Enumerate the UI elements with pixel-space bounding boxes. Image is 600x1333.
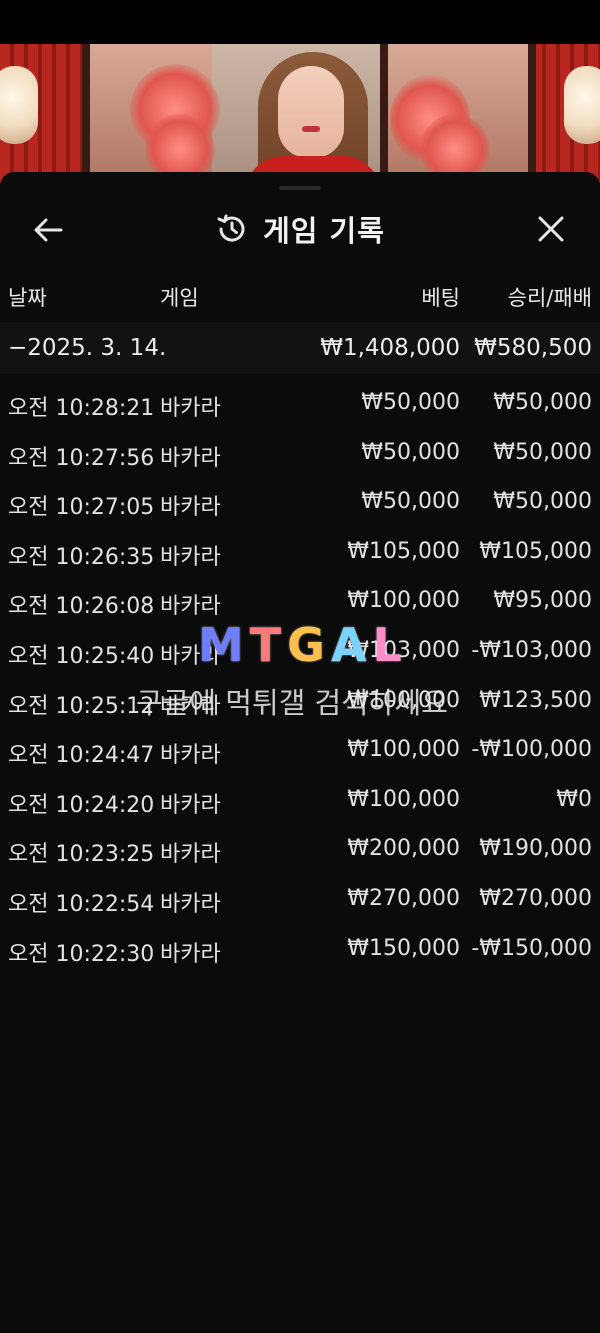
table-row[interactable]: 오전 10:26:08 바카라 ₩100,000 ₩95,000 <box>0 576 600 626</box>
date-group-bet-total: ₩1,408,000 <box>320 335 460 361</box>
row-bet: ₩100,000 <box>347 588 460 614</box>
row-time: 오전 10:25:12 <box>8 693 155 719</box>
row-result: ₩50,000 <box>493 390 592 415</box>
row-bet: ₩50,000 <box>361 489 460 515</box>
history-table: 오전 10:28:21 바카라 ₩50,000 ₩50,000 오전 10:27:56… <box>0 378 600 973</box>
date-group-date: −2025. 3. 14. <box>8 335 167 361</box>
column-result: 승리/패배 <box>507 286 592 310</box>
table-row[interactable]: 오전 10:24:20 바카라 ₩100,000 ₩0 <box>0 775 600 825</box>
table-row[interactable]: 오전 10:24:47 바카라 ₩100,000 -₩100,000 <box>0 725 600 775</box>
column-bet: 베팅 <box>421 286 460 310</box>
table-row[interactable]: 오전 10:25:40 바카라 ₩103,000 -₩103,000 <box>0 626 600 676</box>
row-game: 바카라 <box>160 643 221 669</box>
table-row[interactable]: 오전 10:28:21 바카라 ₩50,000 ₩50,000 <box>0 378 600 428</box>
row-time: 오전 10:27:56 <box>8 445 155 471</box>
dealer-mouth <box>302 126 320 132</box>
row-time: 오전 10:26:35 <box>8 544 155 570</box>
row-game: 바카라 <box>160 495 221 521</box>
date-group-result-total: ₩580,500 <box>474 335 592 361</box>
row-time: 오전 10:24:47 <box>8 743 155 769</box>
row-bet: ₩103,000 <box>347 637 460 663</box>
column-date: 날짜 <box>8 286 47 310</box>
row-game: 바카라 <box>160 396 221 421</box>
close-x-icon <box>538 216 564 242</box>
row-result: -₩103,000 <box>471 637 592 663</box>
row-bet: ₩100,000 <box>347 687 460 713</box>
row-time: 오전 10:23:25 <box>8 842 155 868</box>
row-game: 바카라 <box>160 693 221 719</box>
close-button[interactable] <box>532 210 570 248</box>
row-bet: ₩100,000 <box>347 786 460 812</box>
table-row[interactable]: 오전 10:27:05 바카라 ₩50,000 ₩50,000 <box>0 477 600 527</box>
row-result: ₩105,000 <box>479 538 592 564</box>
row-game: 바카라 <box>160 891 221 917</box>
row-bet: ₩50,000 <box>361 439 460 465</box>
row-game: 바카라 <box>160 594 221 620</box>
row-time: 오전 10:25:40 <box>8 643 155 669</box>
title-group: 게임 기록 <box>0 206 600 252</box>
row-result: ₩50,000 <box>493 489 592 515</box>
row-bet: ₩50,000 <box>361 390 460 415</box>
table-row[interactable]: 오전 10:27:56 바카라 ₩50,000 ₩50,000 <box>0 428 600 478</box>
row-time: 오전 10:27:05 <box>8 495 155 521</box>
page-title: 게임 기록 <box>263 214 385 248</box>
column-game: 게임 <box>160 286 199 310</box>
table-row[interactable]: 오전 10:22:54 바카라 ₩270,000 ₩270,000 <box>0 874 600 924</box>
row-result: ₩270,000 <box>479 885 592 911</box>
paper-lantern <box>564 66 600 144</box>
row-result: -₩150,000 <box>471 935 592 961</box>
row-time: 오전 10:26:08 <box>8 594 155 620</box>
history-clock-icon <box>217 214 245 242</box>
table-row[interactable]: 오전 10:26:35 바카라 ₩105,000 ₩105,000 <box>0 527 600 577</box>
drag-handle[interactable] <box>279 186 321 190</box>
row-bet: ₩150,000 <box>347 935 460 961</box>
table-row[interactable]: 오전 10:22:30 바카라 ₩150,000 -₩150,000 <box>0 924 600 974</box>
dealer-face <box>278 66 344 158</box>
row-game: 바카라 <box>160 743 221 769</box>
row-result: ₩50,000 <box>493 439 592 465</box>
row-bet: ₩100,000 <box>347 737 460 763</box>
row-result: ₩190,000 <box>479 836 592 862</box>
row-result: -₩100,000 <box>471 737 592 763</box>
row-bet: ₩200,000 <box>347 836 460 862</box>
row-time: 오전 10:22:30 <box>8 941 155 967</box>
row-time: 오전 10:28:21 <box>8 396 155 421</box>
paper-lantern <box>0 66 38 144</box>
row-result: ₩0 <box>556 786 592 812</box>
column-header: 날짜 게임 베팅 승리/패배 <box>0 282 600 314</box>
row-game: 바카라 <box>160 544 221 570</box>
status-bar <box>0 0 600 44</box>
row-time: 오전 10:24:20 <box>8 792 155 818</box>
row-game: 바카라 <box>160 842 221 868</box>
row-game: 바카라 <box>160 792 221 818</box>
live-dealer-video <box>0 44 600 184</box>
row-bet: ₩270,000 <box>347 885 460 911</box>
row-time: 오전 10:22:54 <box>8 891 155 917</box>
panel-header: 게임 기록 <box>0 200 600 258</box>
row-game: 바카라 <box>160 445 221 471</box>
row-result: ₩123,500 <box>479 687 592 713</box>
table-row[interactable]: 오전 10:25:12 바카라 ₩100,000 ₩123,500 <box>0 676 600 726</box>
row-game: 바카라 <box>160 941 221 967</box>
row-bet: ₩105,000 <box>347 538 460 564</box>
game-history-panel: 게임 기록 날짜 게임 베팅 승리/패배 −2025. 3. 14. ₩1,40… <box>0 172 600 1333</box>
date-group-row[interactable]: −2025. 3. 14. ₩1,408,000 ₩580,500 <box>0 322 600 374</box>
table-row[interactable]: 오전 10:23:25 바카라 ₩200,000 ₩190,000 <box>0 824 600 874</box>
row-result: ₩95,000 <box>493 588 592 614</box>
